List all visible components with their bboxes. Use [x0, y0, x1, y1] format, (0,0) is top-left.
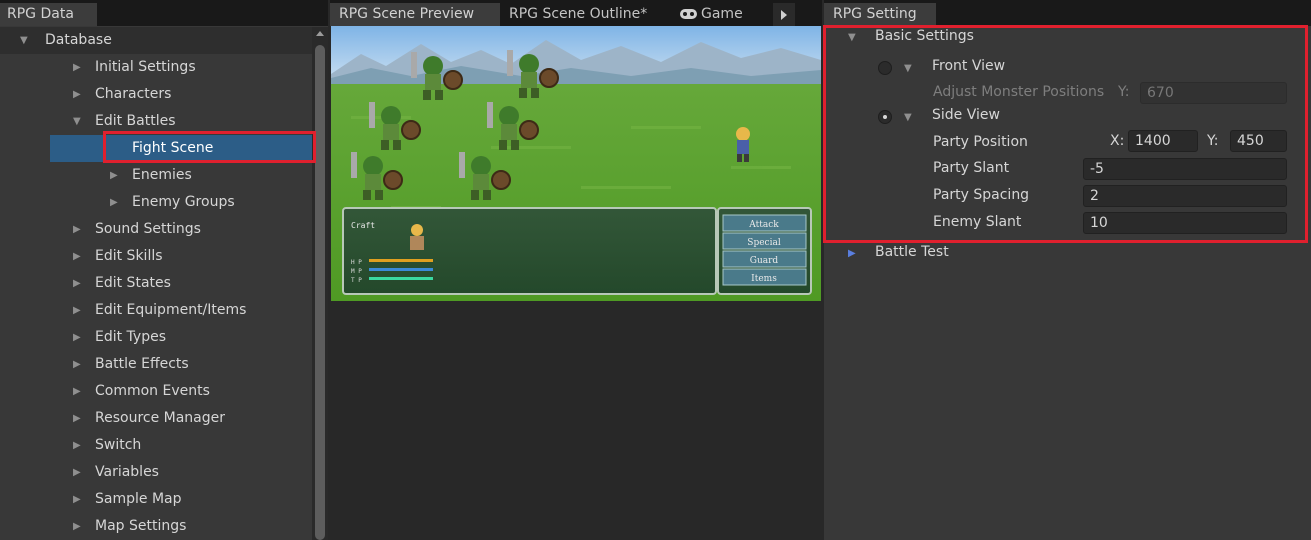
collapsed-arrow-icon[interactable]: ▶ [73, 216, 81, 243]
tree-item-battle-effects[interactable]: ▶ Battle Effects [0, 351, 312, 378]
battle-scene-preview[interactable]: Craft H P M P T P Attack Special Guard I… [331, 26, 821, 301]
collapsed-arrow-icon[interactable]: ▶ [73, 324, 81, 351]
actor-face [410, 224, 424, 250]
gamepad-icon [680, 9, 697, 19]
tree-item-characters[interactable]: ▶ Characters [0, 81, 312, 108]
tree-item-label: Enemy Groups [132, 194, 235, 210]
collapsed-arrow-icon[interactable]: ▶ [73, 459, 81, 486]
tree-item-label: Variables [95, 464, 159, 480]
tab-overflow-arrow-icon[interactable] [773, 3, 795, 26]
tree-item-common-events[interactable]: ▶ Common Events [0, 378, 312, 405]
tree-item-edit-types[interactable]: ▶ Edit Types [0, 324, 312, 351]
collapsed-arrow-icon[interactable]: ▶ [73, 513, 81, 540]
tab-rpg-data[interactable]: RPG Data [0, 3, 97, 26]
collapsed-arrow-icon[interactable]: ▶ [110, 189, 118, 216]
right-tabbar: RPG Setting [824, 0, 1311, 26]
tree-item-resource-manager[interactable]: ▶ Resource Manager [0, 405, 312, 432]
tree-item-edit-equipment-items[interactable]: ▶ Edit Equipment/Items [0, 297, 312, 324]
scrollbar-thumb[interactable] [315, 45, 325, 540]
scroll-up-arrow-icon[interactable] [316, 31, 324, 36]
collapsed-arrow-icon[interactable]: ▶ [110, 162, 118, 189]
collapsed-arrow-icon[interactable]: ▶ [73, 81, 81, 108]
expanded-arrow-icon[interactable]: ▼ [20, 27, 28, 54]
tab-rpg-scene-preview[interactable]: RPG Scene Preview [330, 3, 500, 26]
tp-label: T P [351, 277, 362, 284]
tree-item-sample-map[interactable]: ▶ Sample Map [0, 486, 312, 513]
tree-item-label: Enemies [132, 167, 192, 183]
tree-item-database[interactable]: ▼ Database [0, 27, 312, 54]
tree-item-label: Edit Skills [95, 248, 163, 264]
collapsed-arrow-icon[interactable]: ▶ [73, 54, 81, 81]
tree-item-variables[interactable]: ▶ Variables [0, 459, 312, 486]
tree-scrollbar[interactable] [312, 27, 328, 540]
collapsed-arrow-icon[interactable]: ▶ [73, 486, 81, 513]
tree-item-label: Resource Manager [95, 410, 226, 426]
tree-item-label: Database [45, 32, 112, 48]
collapsed-arrow-icon[interactable]: ▶ [73, 270, 81, 297]
collapsed-arrow-icon[interactable]: ▶ [73, 432, 81, 459]
tree-item-sound-settings[interactable]: ▶ Sound Settings [0, 216, 312, 243]
tree-item-enemies[interactable]: ▶ Enemies [0, 162, 312, 189]
command-special[interactable]: Special [747, 238, 781, 248]
tree-item-label: Edit Types [95, 329, 167, 345]
tree-item-label: Map Settings [95, 518, 187, 534]
scene-panel: RPG Scene Preview RPG Scene Outline* Gam… [330, 0, 822, 540]
tab-rpg-scene-outline[interactable]: RPG Scene Outline* [502, 2, 654, 28]
tp-gauge [369, 277, 433, 280]
tree-item-label: Switch [95, 437, 142, 453]
collapsed-arrow-icon[interactable]: ▶ [73, 297, 81, 324]
collapsed-arrow-icon[interactable]: ▶ [73, 243, 81, 270]
tab-rpg-setting[interactable]: RPG Setting [824, 3, 936, 26]
tree-item-label: Common Events [95, 383, 210, 399]
tab-game-label: Game [701, 6, 743, 22]
tree-item-label: Sound Settings [95, 221, 201, 237]
tree-item-edit-skills[interactable]: ▶ Edit Skills [0, 243, 312, 270]
left-tabbar: RPG Data [0, 0, 328, 26]
battle-test-foldout[interactable]: ▶ Battle Test [824, 243, 1308, 265]
mp-gauge [369, 268, 433, 271]
tree-item-initial-settings[interactable]: ▶ Initial Settings [0, 54, 312, 81]
tree-item-edit-states[interactable]: ▶ Edit States [0, 270, 312, 297]
database-tree: ▼ Database ▶ Initial Settings ▶ Characters ▼ Ed… [0, 27, 312, 540]
command-attack[interactable]: Attack [748, 220, 779, 230]
actor-name: Craft [351, 221, 375, 230]
tree-item-label: Sample Map [95, 491, 182, 507]
tab-game[interactable]: Game [673, 2, 750, 28]
middle-tabbar: RPG Scene Preview RPG Scene Outline* Gam… [330, 0, 822, 26]
tree-item-label: Characters [95, 86, 172, 102]
tree-item-label: Battle Effects [95, 356, 189, 372]
foldout-collapsed-icon: ▶ [848, 248, 856, 259]
battle-test-title: Battle Test [875, 244, 949, 260]
expanded-arrow-icon[interactable]: ▼ [73, 108, 81, 135]
tree-item-map-settings[interactable]: ▶ Map Settings [0, 513, 312, 540]
collapsed-arrow-icon[interactable]: ▶ [73, 405, 81, 432]
tree-item-enemy-groups[interactable]: ▶ Enemy Groups [0, 189, 312, 216]
rpg-data-panel: RPG Data ▼ Database ▶ Initial Settings ▶ Char… [0, 0, 328, 540]
selection-highlight-box [103, 131, 316, 163]
tree-item-label: Edit Equipment/Items [95, 302, 247, 318]
tree-item-label: Edit States [95, 275, 171, 291]
tree-item-label: Initial Settings [95, 59, 196, 75]
tree-item-switch[interactable]: ▶ Switch [0, 432, 312, 459]
collapsed-arrow-icon[interactable]: ▶ [73, 351, 81, 378]
hp-label: H P [351, 259, 362, 266]
mp-label: M P [351, 268, 362, 275]
hp-gauge [369, 259, 433, 262]
command-guard[interactable]: Guard [750, 256, 779, 266]
collapsed-arrow-icon[interactable]: ▶ [73, 378, 81, 405]
command-items[interactable]: Items [751, 274, 777, 284]
basic-settings-highlight-box [823, 25, 1308, 243]
